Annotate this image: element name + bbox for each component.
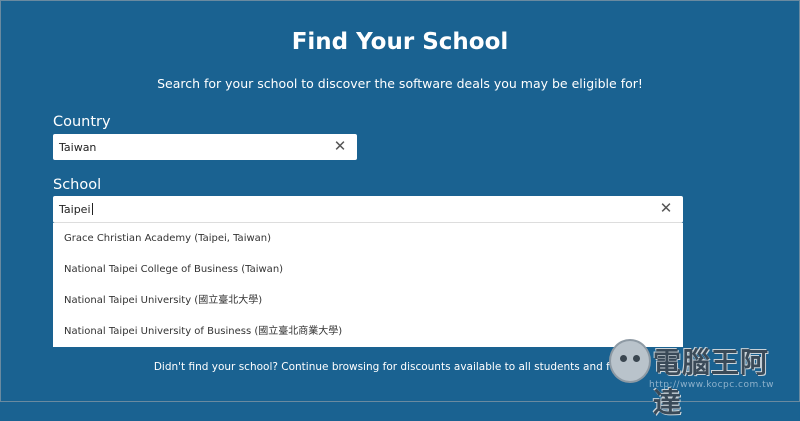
country-input-value: Taiwan (59, 141, 97, 154)
page-title: Find Your School (291, 29, 509, 55)
country-input[interactable]: Taiwan ✕ (53, 134, 357, 160)
school-input-value: Taipei (59, 203, 91, 216)
school-label: School (53, 177, 102, 193)
mascot-icon (609, 339, 651, 383)
school-suggestions-dropdown: Grace Christian Academy (Taipei, Taiwan)… (53, 223, 683, 347)
page-subtitle: Search for your school to discover the s… (157, 76, 643, 91)
suggestion-item[interactable]: Grace Christian Academy (Taipei, Taiwan) (53, 223, 683, 254)
close-icon[interactable]: ✕ (331, 137, 349, 155)
suggestion-item[interactable]: National Taipei University (國立臺北大學) (53, 285, 683, 316)
close-icon[interactable]: ✕ (657, 199, 675, 217)
watermark-url: http://www.kocpc.com.tw (649, 380, 775, 390)
suggestion-item[interactable]: National Taipei University of Business (… (53, 316, 683, 347)
country-label: Country (53, 114, 111, 130)
school-input-value-wrap: Taipei (59, 203, 93, 216)
school-search-input[interactable]: Taipei ✕ (53, 196, 683, 223)
watermark-logo: 電腦王阿達 http://www.kocpc.com.tw (609, 331, 795, 419)
text-caret (91, 203, 93, 215)
suggestion-item[interactable]: National Taipei College of Business (Tai… (53, 254, 683, 285)
